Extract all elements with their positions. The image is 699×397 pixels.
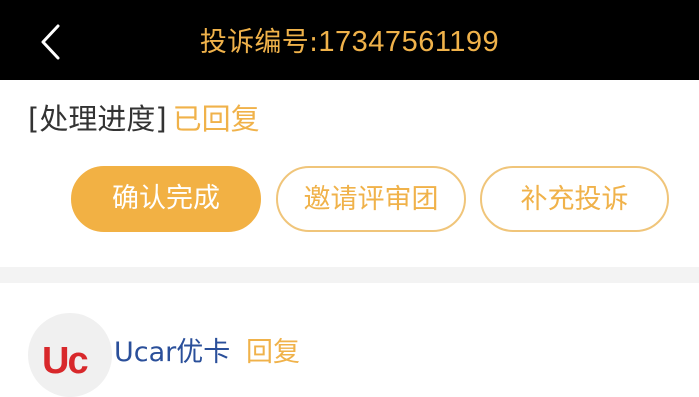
progress-status: 已回复 — [172, 102, 260, 136]
avatar: Uc — [28, 313, 112, 397]
confirm-complete-button[interactable]: 确认完成 — [71, 166, 261, 232]
replier-name[interactable]: Ucar优卡 — [114, 335, 230, 371]
complaint-number: 17347561199 — [318, 26, 500, 58]
supplement-complaint-button[interactable]: 补充投诉 — [480, 166, 669, 232]
complaint-number-label: 投诉编号: — [199, 27, 319, 58]
ucar-logo: Uc — [42, 340, 89, 382]
page-title: 投诉编号:17347561199 — [0, 0, 699, 84]
progress-row: [处理进度] 已回复 — [28, 97, 260, 141]
invite-jury-button[interactable]: 邀请评审团 — [276, 166, 466, 232]
progress-label: [处理进度] — [28, 102, 167, 136]
header-bar: 投诉编号:17347561199 — [0, 0, 699, 80]
reply-action-label: 回复 — [246, 337, 300, 368]
section-divider — [0, 267, 699, 283]
